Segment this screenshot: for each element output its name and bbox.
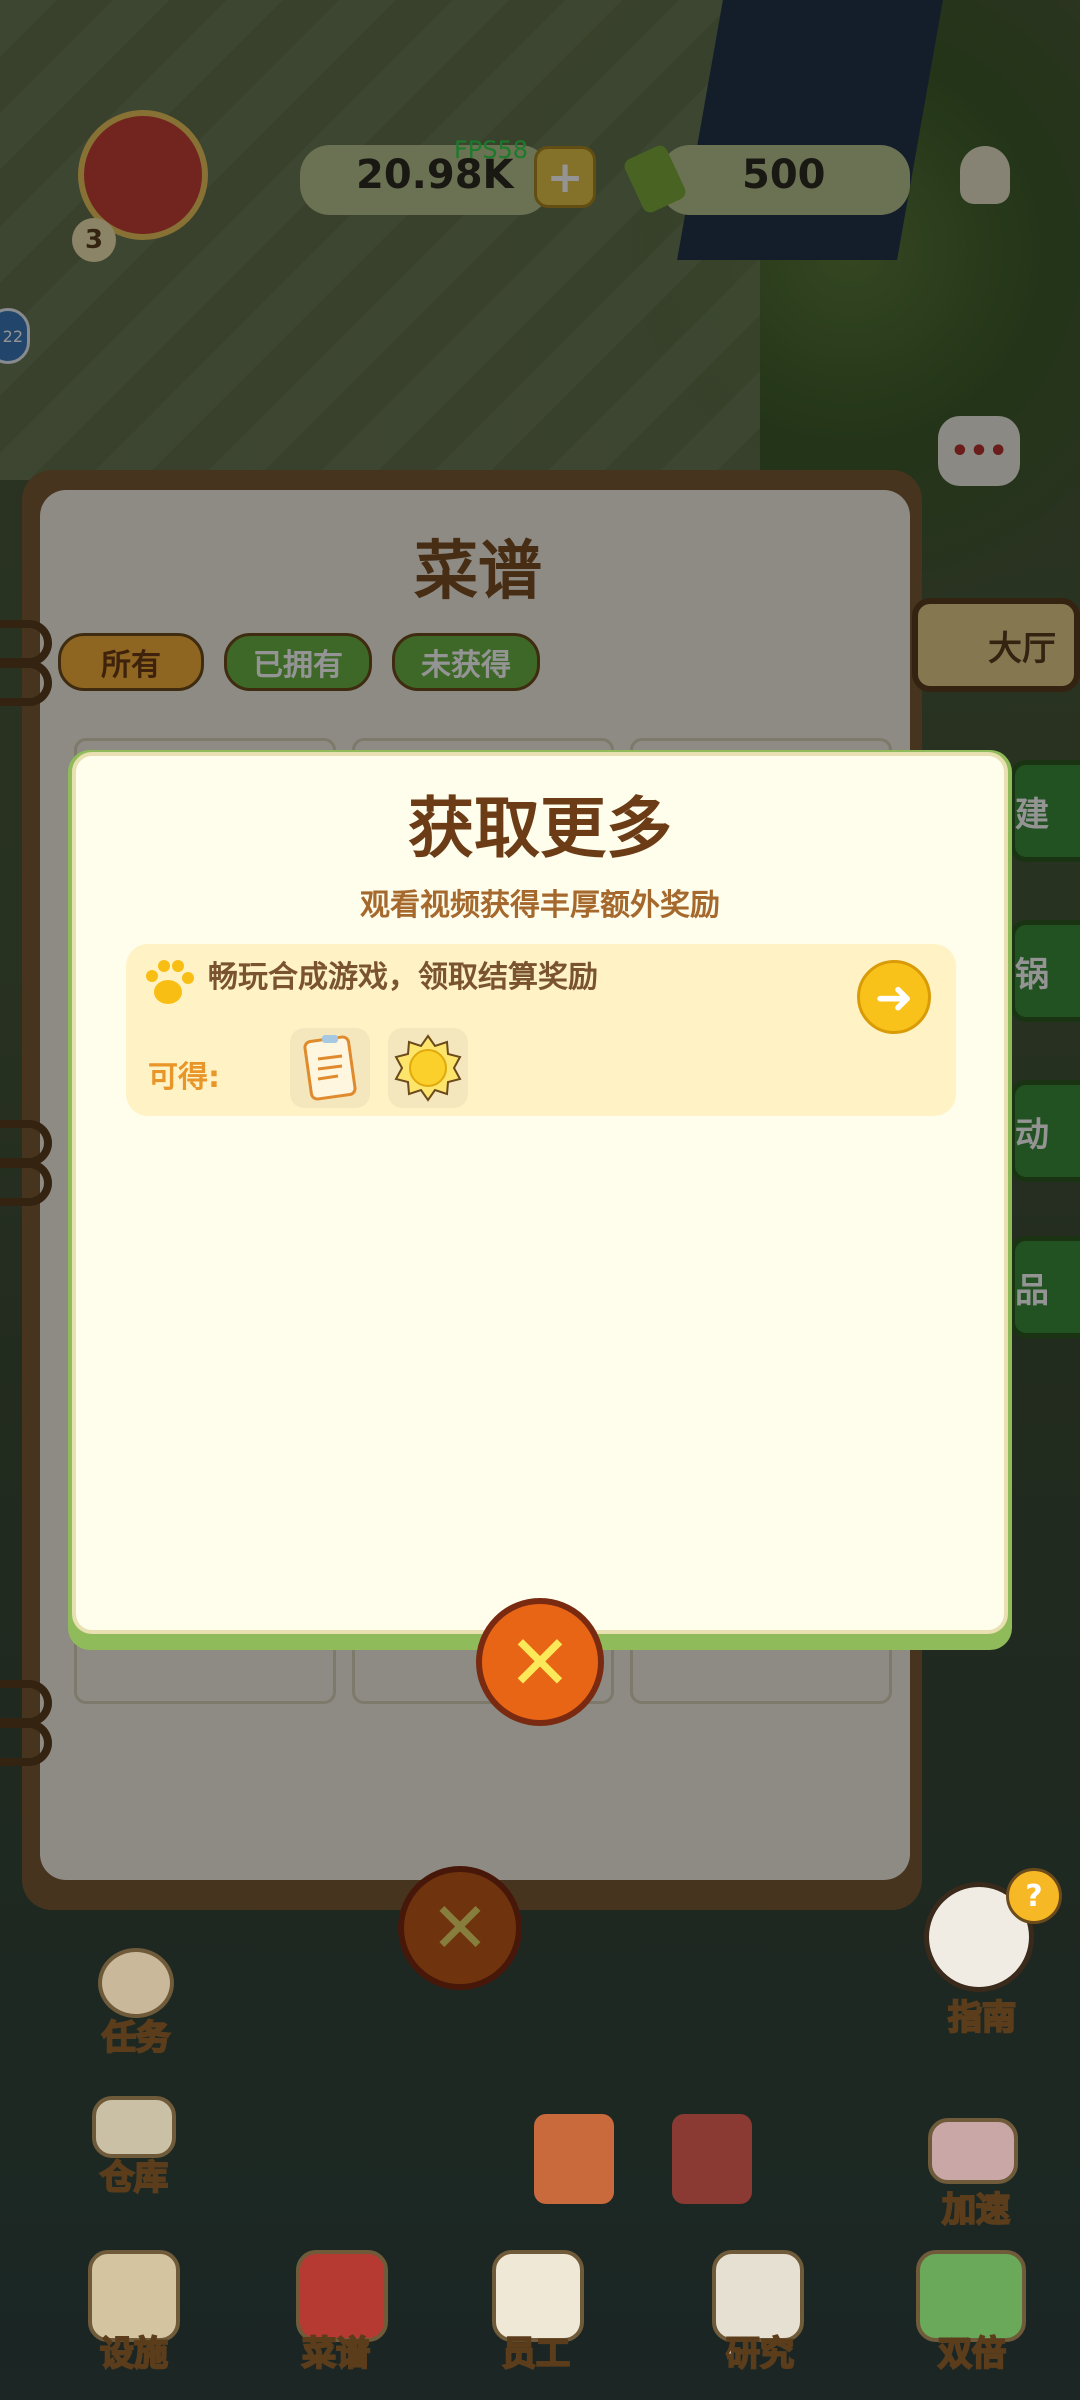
dialog-close-button[interactable]: ✕ bbox=[476, 1598, 604, 1726]
help-icon: ? bbox=[1006, 1868, 1062, 1924]
food-bowl bbox=[534, 2114, 614, 2204]
nav-double[interactable]: 双倍 bbox=[912, 2326, 1032, 2375]
arrow-right-icon: ➜ bbox=[874, 970, 914, 1024]
close-icon: ✕ bbox=[508, 1617, 572, 1707]
warehouse-icon[interactable] bbox=[92, 2096, 176, 2158]
sun-coin-icon bbox=[388, 1028, 468, 1108]
tasks-icon[interactable] bbox=[98, 1948, 174, 2018]
food-bowl bbox=[672, 2114, 752, 2204]
nav-facilities[interactable]: 设施 bbox=[74, 2326, 194, 2375]
warehouse-button-label[interactable]: 仓库 bbox=[82, 2150, 186, 2199]
reward-label: 可得: bbox=[148, 1060, 220, 1095]
nav-recipes[interactable]: 菜谱 bbox=[276, 2326, 396, 2375]
dialog-subtitle: 观看视频获得丰厚额外奖励 bbox=[360, 888, 720, 923]
dialog-title: 获取更多 bbox=[408, 790, 672, 867]
speedup-button-label[interactable]: 加速 bbox=[924, 2182, 1028, 2231]
speedup-icon[interactable] bbox=[928, 2118, 1018, 2184]
recipe-scroll-icon bbox=[290, 1028, 370, 1108]
guide-button-label[interactable]: 指南 bbox=[930, 1990, 1034, 2039]
task-description: 畅玩合成游戏，领取结算奖励 bbox=[208, 960, 598, 995]
tasks-button-label[interactable]: 任务 bbox=[86, 2010, 186, 2059]
paw-icon bbox=[142, 956, 198, 1008]
nav-research[interactable]: 研究 bbox=[700, 2326, 820, 2375]
go-button[interactable]: ➜ bbox=[857, 960, 931, 1034]
nav-staff[interactable]: 员工 bbox=[476, 2326, 596, 2375]
